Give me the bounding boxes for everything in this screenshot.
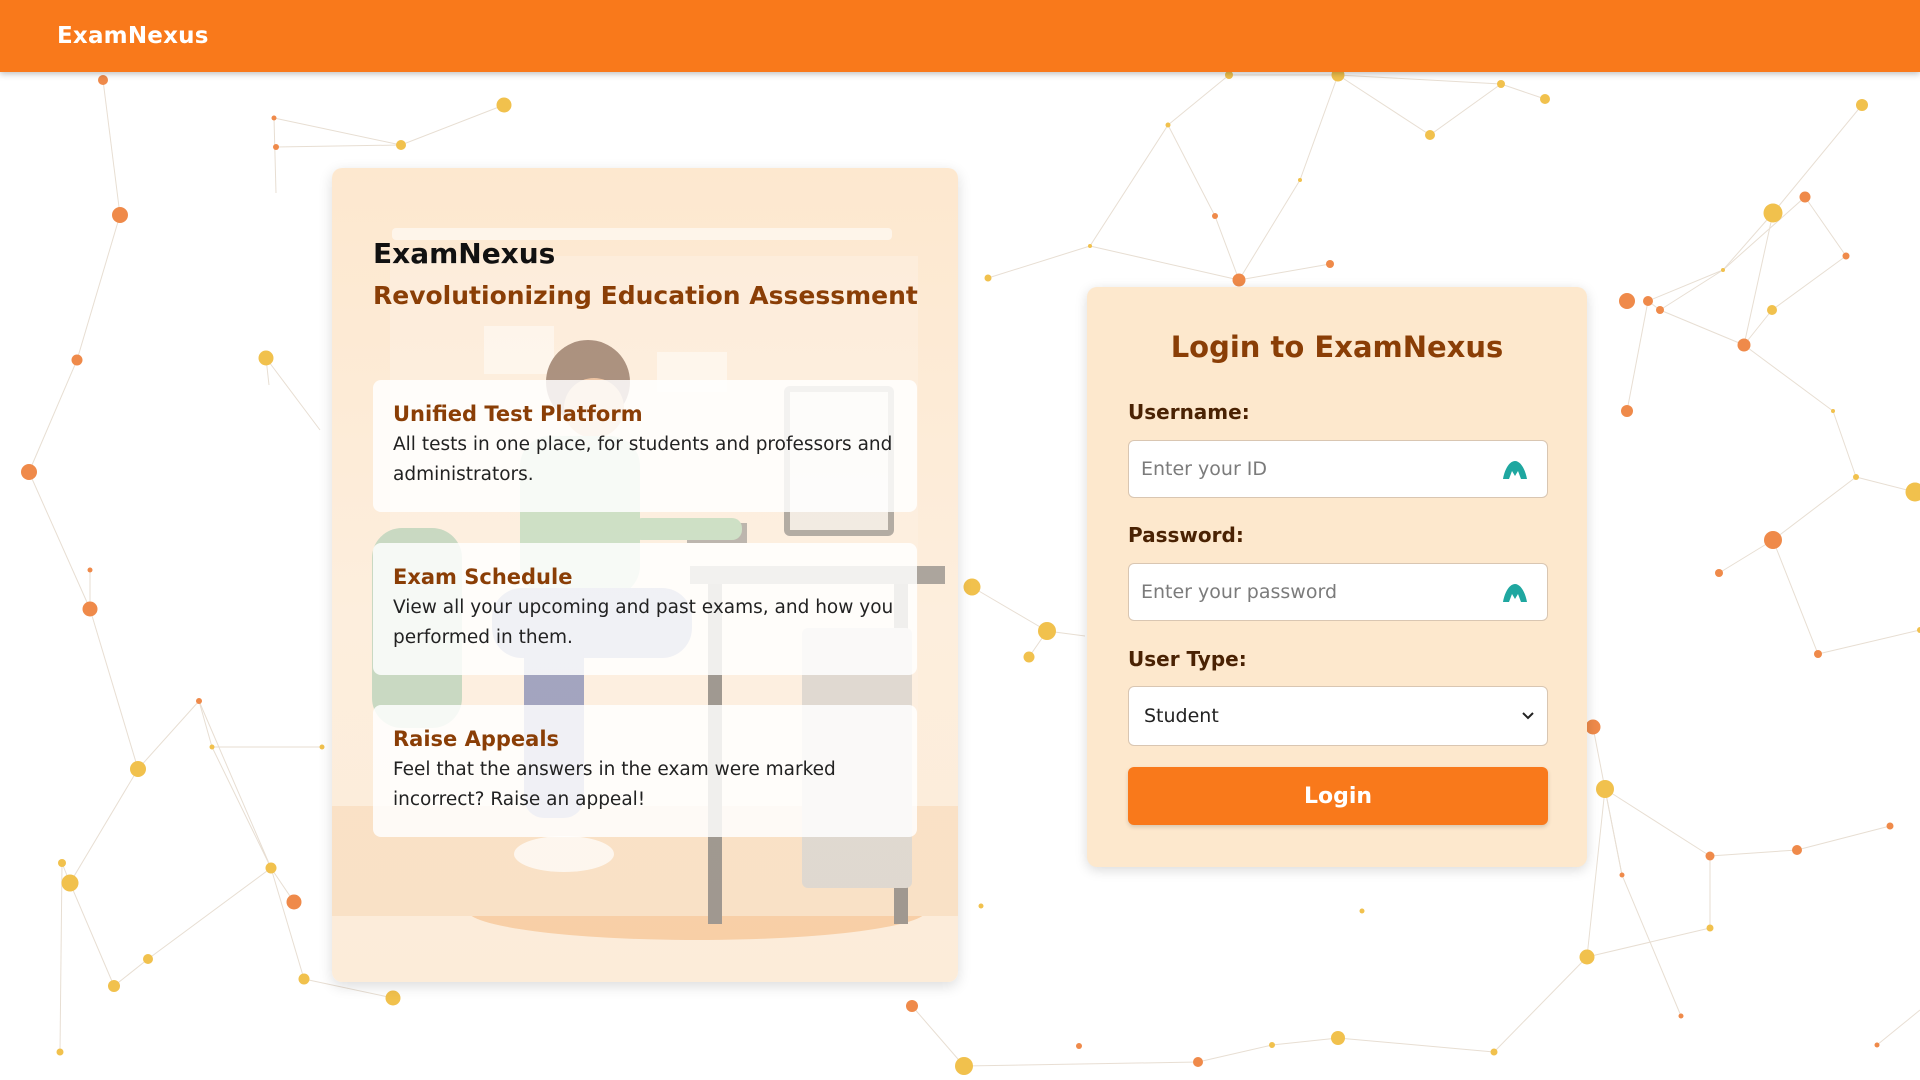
feature-title: Unified Test Platform <box>393 402 643 426</box>
chevron-down-icon <box>1521 709 1535 723</box>
feature-description: All tests in one place, for students and… <box>393 434 893 485</box>
login-button[interactable]: Login <box>1128 767 1548 825</box>
feature-title: Raise Appeals <box>393 727 560 751</box>
teal-mountain-icon <box>1501 578 1529 606</box>
login-title: Login to ExamNexus <box>1170 330 1504 364</box>
network-background <box>21 68 1920 1075</box>
password-field-container <box>1128 563 1548 621</box>
user-type-selected-value: Student <box>1144 705 1219 727</box>
feature-description: Feel that the answers in the exam were m… <box>393 759 836 810</box>
feature-card-exam-schedule: Exam Schedule View all your upcoming and… <box>373 543 917 675</box>
top-navbar: ExamNexus <box>0 0 1920 72</box>
password-label: Password: <box>1128 523 1244 547</box>
info-card-title: ExamNexus <box>373 237 556 270</box>
feature-card-raise-appeals: Raise Appeals Feel that the answers in t… <box>373 705 917 837</box>
info-card: ExamNexus Revolutionizing Education Asse… <box>332 168 958 982</box>
username-input[interactable] <box>1141 441 1501 497</box>
feature-description: View all your upcoming and past exams, a… <box>393 597 894 648</box>
info-card-subtitle: Revolutionizing Education Assessment <box>373 281 918 310</box>
username-field-container <box>1128 440 1548 498</box>
login-card: Login to ExamNexus Username: Password: U… <box>1087 287 1587 867</box>
password-input[interactable] <box>1141 564 1501 620</box>
username-label: Username: <box>1128 400 1250 424</box>
user-type-select[interactable]: Student <box>1128 686 1548 746</box>
teal-mountain-icon <box>1501 455 1529 483</box>
feature-card-unified-test-platform: Unified Test Platform All tests in one p… <box>373 380 917 512</box>
brand-logo-text[interactable]: ExamNexus <box>57 23 209 49</box>
feature-title: Exam Schedule <box>393 565 573 589</box>
user-type-label: User Type: <box>1128 647 1247 671</box>
